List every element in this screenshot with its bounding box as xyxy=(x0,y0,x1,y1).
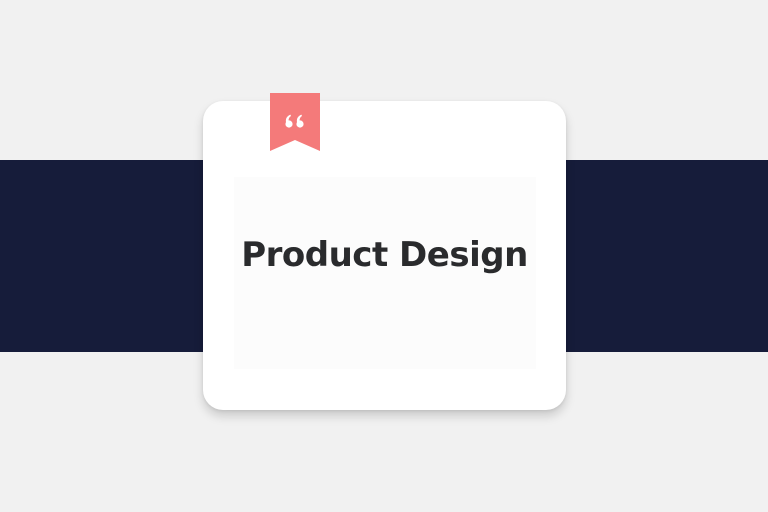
topic-card: Product Design xyxy=(203,101,566,410)
card-title: Product Design xyxy=(241,235,528,275)
hero-banner: Product Design xyxy=(0,0,768,512)
quote-bookmark-icon xyxy=(270,93,320,151)
